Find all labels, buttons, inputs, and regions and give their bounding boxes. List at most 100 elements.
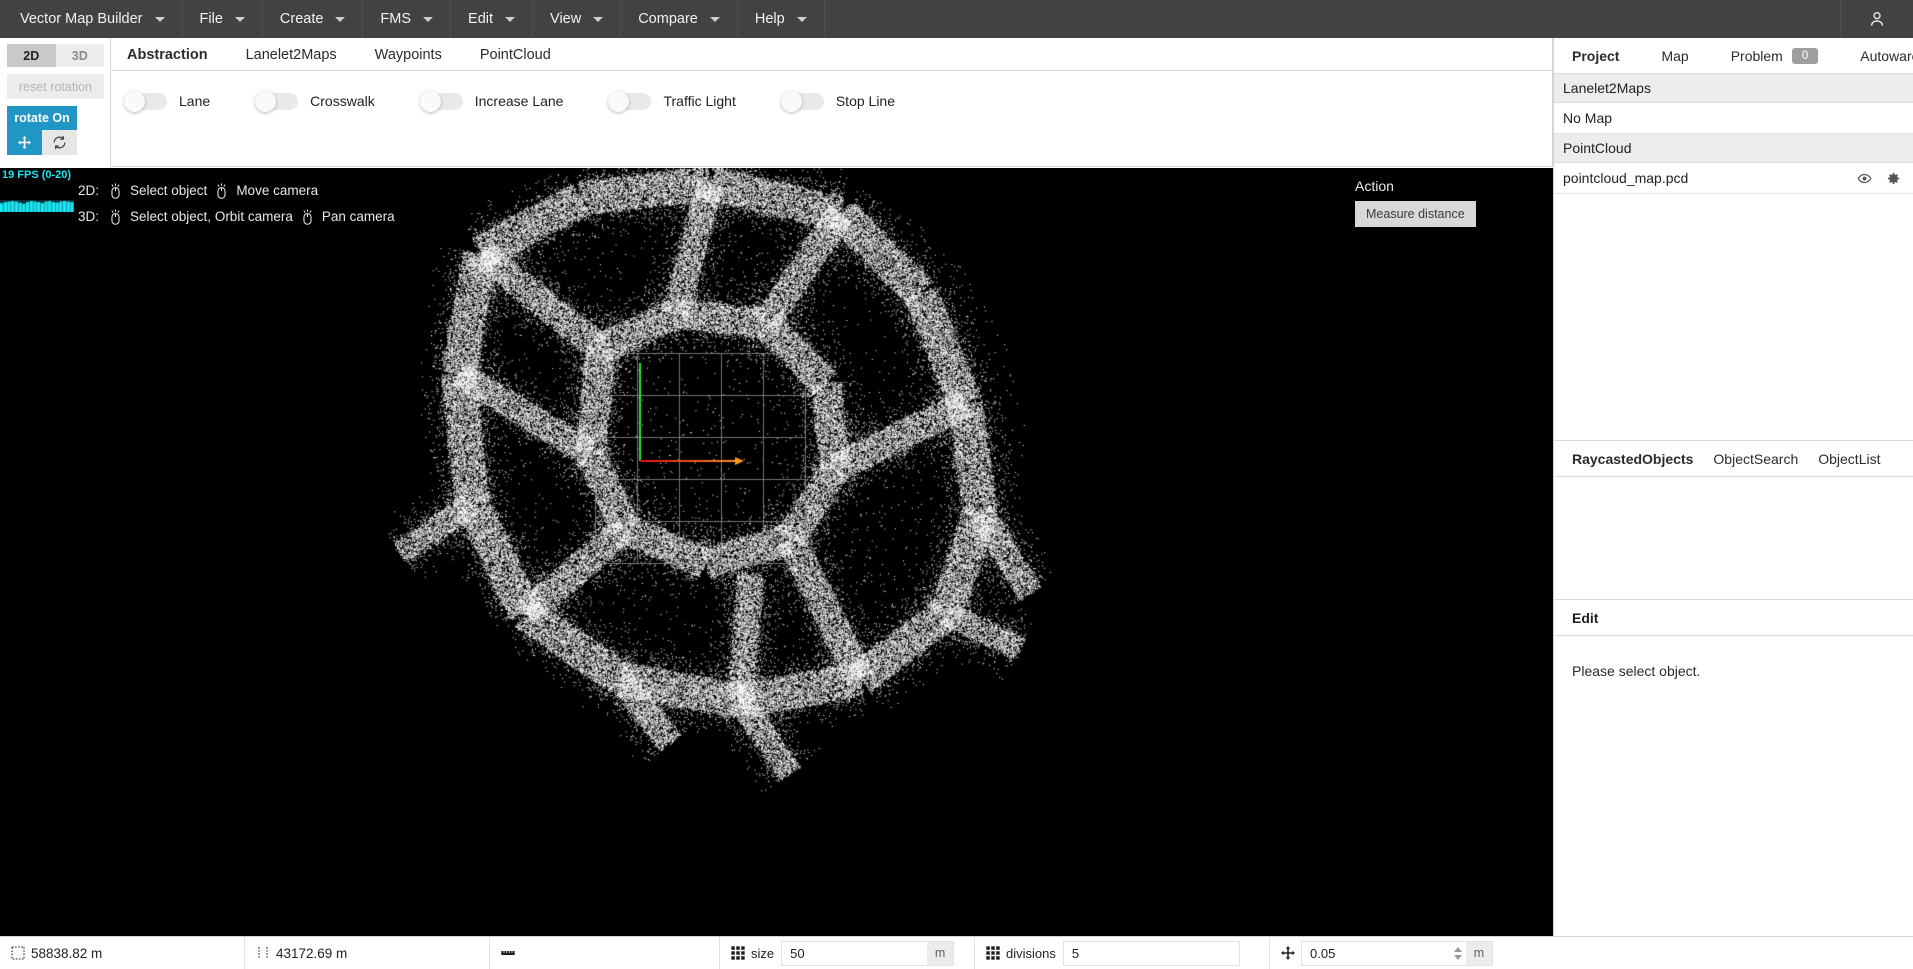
menu-bar: Vector Map Builder File Create FMS Edit … [0, 0, 1913, 38]
toggle-increase-lane[interactable] [419, 90, 463, 112]
view-2d-button[interactable]: 2D [7, 44, 56, 67]
menu-file[interactable]: File [183, 0, 263, 38]
area-value: 58838.82 m [31, 945, 103, 961]
area-icon [11, 946, 25, 960]
eye-icon[interactable] [1857, 171, 1872, 186]
status-distance-measure: 43172.69 m [245, 937, 490, 969]
status-grid-size: size m [720, 937, 975, 969]
tab-problem[interactable]: Problem 0 [1721, 47, 1829, 64]
object-list-pane [1554, 477, 1913, 600]
tab-abstraction[interactable]: Abstraction [125, 47, 225, 70]
tab-pointcloud[interactable]: PointCloud [478, 47, 568, 70]
grid-icon [986, 946, 1000, 960]
rotate-toggle-button[interactable]: rotate On [7, 106, 77, 130]
menu-label: Vector Map Builder [20, 11, 143, 27]
chevron-down-icon [423, 16, 434, 22]
list-item-pointcloud-map[interactable]: pointcloud_map.pcd [1554, 163, 1913, 194]
refresh-icon [53, 135, 66, 150]
ruler-icon [501, 951, 515, 955]
account-button[interactable] [1841, 0, 1913, 38]
toggle-lane[interactable] [124, 90, 167, 112]
chevron-down-icon [709, 16, 720, 22]
measure-distance-button[interactable]: Measure distance [1355, 201, 1476, 227]
map-viewport[interactable]: 19 FPS (0-20) 2D: Select object Move cam… [0, 168, 1553, 936]
menu-fms[interactable]: FMS [363, 0, 452, 38]
chevron-down-icon [335, 16, 346, 22]
toggle-knob [608, 90, 630, 112]
tab-lanelet2maps[interactable]: Lanelet2Maps [244, 47, 354, 70]
menu-label: Compare [638, 11, 698, 27]
tab-label: Problem [1730, 47, 1783, 64]
tab-label: ObjectList [1818, 450, 1881, 467]
object-tab-strip: RaycastedObjects ObjectSearch ObjectList [1554, 441, 1913, 477]
spinner-down-icon[interactable] [1454, 954, 1462, 960]
move-arrows-icon [18, 136, 31, 149]
reset-rotation-button[interactable]: reset rotation [7, 74, 104, 99]
menu-compare[interactable]: Compare [621, 0, 738, 38]
distance-value: 43172.69 m [276, 945, 348, 961]
tab-map[interactable]: Map [1651, 48, 1698, 64]
fps-graph [0, 186, 74, 212]
section-lanelet2maps: Lanelet2Maps [1554, 74, 1913, 103]
menu-edit[interactable]: Edit [451, 0, 534, 38]
reset-view-button[interactable] [42, 130, 77, 155]
spinner-up-icon[interactable] [1454, 946, 1462, 952]
toggle-group-crosswalk: Crosswalk [255, 90, 375, 112]
fps-stats-overlay: 19 FPS (0-20) [0, 168, 74, 216]
menu-create[interactable]: Create [263, 0, 364, 38]
status-ruler-tool[interactable] [490, 937, 720, 969]
toggle-label-crosswalk: Crosswalk [310, 93, 375, 109]
tab-autoware[interactable]: Autoware [1850, 48, 1913, 64]
toggle-group-lane: Lane [124, 90, 211, 112]
toggle-group-traffic-light: Traffic Light [608, 90, 736, 112]
tab-raycasted-objects[interactable]: RaycastedObjects [1562, 451, 1703, 467]
tab-label: Autoware [1860, 47, 1913, 64]
fps-label: 19 FPS (0-20) [2, 169, 72, 181]
toggle-traffic-light[interactable] [608, 90, 652, 112]
status-grid-divisions: divisions [975, 937, 1270, 969]
snap-step-spinner[interactable] [1450, 942, 1466, 965]
abstraction-toggle-row: Lane Crosswalk Increase Lane Traffic Lig… [111, 71, 1552, 131]
menu-help[interactable]: Help [738, 0, 825, 38]
grid-size-input[interactable] [782, 941, 928, 965]
menu-view[interactable]: View [533, 0, 622, 38]
tab-object-search[interactable]: ObjectSearch [1703, 451, 1808, 467]
toggle-stop-line[interactable] [780, 90, 824, 112]
project-tab-strip: Project Map Problem 0 Autoware [1554, 38, 1913, 74]
chevron-down-icon [505, 16, 516, 22]
list-item-label: pointcloud_map.pcd [1563, 170, 1689, 186]
snap-step-input[interactable] [1302, 941, 1450, 965]
toggle-knob [124, 90, 145, 112]
status-bar-spacer [1525, 937, 1913, 969]
pointcloud-render[interactable] [0, 168, 1553, 936]
tab-object-list[interactable]: ObjectList [1808, 451, 1890, 467]
chevron-down-icon [796, 16, 807, 22]
tab-waypoints[interactable]: Waypoints [373, 47, 459, 70]
chevron-down-icon [593, 16, 604, 22]
menu-label: Create [279, 11, 324, 27]
pan-mode-button[interactable] [7, 130, 42, 155]
menu-vector-map-builder[interactable]: Vector Map Builder [0, 0, 183, 38]
toggle-label-lane: Lane [179, 93, 211, 109]
edit-section-title: Edit [1554, 600, 1913, 636]
view-3d-button[interactable]: 3D [55, 44, 104, 67]
menu-bar-spacer [825, 0, 1841, 38]
panel-tab-strip: Abstraction Lanelet2Maps Waypoints Point… [111, 38, 1552, 71]
problem-count-badge: 0 [1791, 47, 1819, 64]
right-sidebar: Project Map Problem 0 Autoware Lanelet2M… [1553, 38, 1913, 936]
grid-size-field[interactable]: m [781, 940, 955, 966]
edit-empty-message: Please select object. [1572, 663, 1701, 679]
action-panel: Action Measure distance [1355, 178, 1476, 227]
grid-divisions-input[interactable] [1063, 941, 1239, 965]
toggle-crosswalk[interactable] [255, 90, 299, 112]
toggle-label-stop-line: Stop Line [835, 93, 896, 109]
menu-label: Edit [468, 11, 494, 27]
grid-divisions-field[interactable] [1062, 940, 1240, 966]
gear-icon[interactable] [1886, 171, 1901, 186]
menu-label: Help [754, 11, 785, 27]
action-title: Action [1355, 178, 1394, 194]
snap-step-field[interactable]: m [1301, 940, 1493, 966]
tab-project[interactable]: Project [1562, 48, 1629, 64]
list-item-no-map[interactable]: No Map [1554, 103, 1913, 134]
status-area-measure: 58838.82 m [0, 937, 245, 969]
